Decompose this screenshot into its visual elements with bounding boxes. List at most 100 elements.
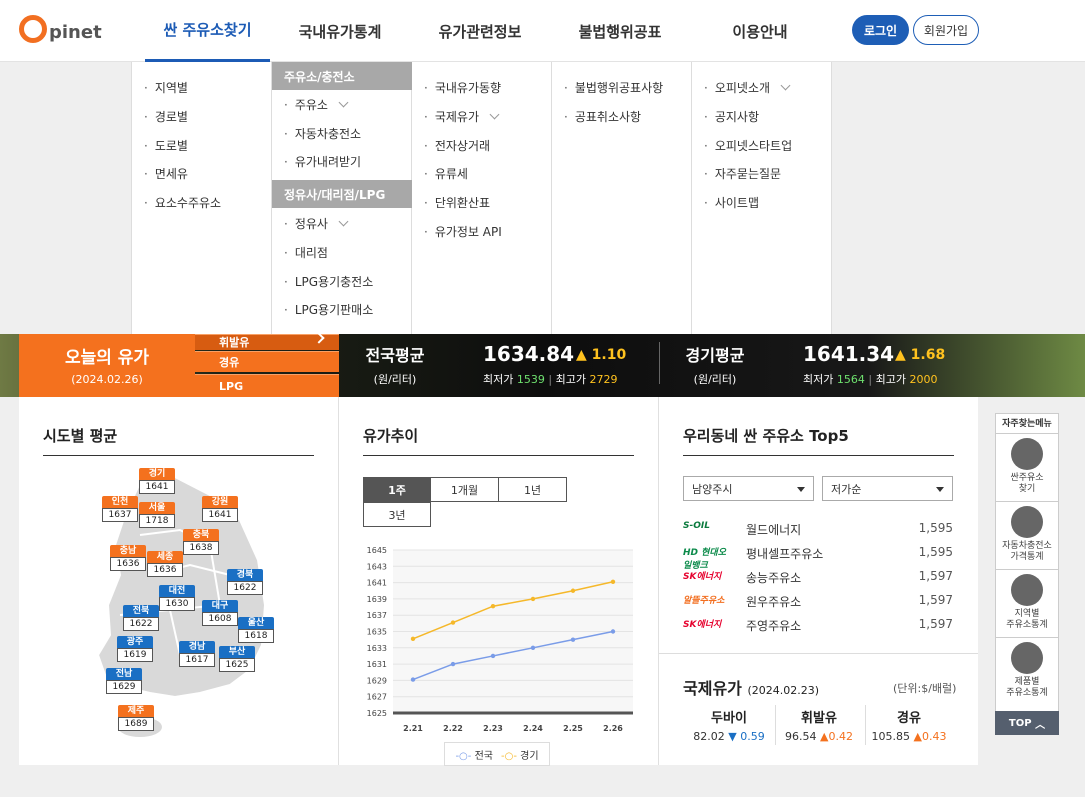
region-pin[interactable]: 세종 1636 bbox=[147, 551, 183, 577]
intl-name: 두바이 bbox=[711, 711, 747, 726]
menu-item-ecommerce[interactable]: 전자상거래 bbox=[424, 137, 490, 154]
data-point[interactable] bbox=[530, 645, 536, 650]
region-pin[interactable]: 부산 1625 bbox=[219, 646, 255, 672]
chevron-down-icon bbox=[338, 216, 349, 227]
nav-illegal[interactable]: 불법행위공표 bbox=[565, 0, 675, 62]
region-pin[interactable]: 강원 1641 bbox=[202, 496, 238, 522]
menu-item-notice-cancel[interactable]: 공표취소사항 bbox=[564, 108, 641, 125]
tab-3year[interactable]: 3년 bbox=[363, 502, 431, 527]
menu-item-sitemap[interactable]: 사이트맵 bbox=[704, 194, 759, 211]
region-pin[interactable]: 충북 1638 bbox=[183, 529, 219, 555]
menu-item-about[interactable]: 오피넷소개 bbox=[704, 79, 791, 96]
region-name: 충북 bbox=[183, 529, 219, 541]
data-point[interactable] bbox=[450, 620, 456, 625]
menu-item-fuel-tax[interactable]: 유류세 bbox=[424, 165, 468, 182]
menu-item-taxfree[interactable]: 면세유 bbox=[144, 165, 188, 182]
region-pin[interactable]: 충남 1636 bbox=[110, 545, 146, 571]
data-point[interactable] bbox=[530, 596, 536, 602]
station-row[interactable]: 알뜰주유소 원우주유소 1,597 bbox=[683, 591, 953, 611]
legend-item-gyeonggi: -○- 경기 bbox=[501, 750, 539, 762]
menu-item-startup[interactable]: 오피넷스타트업 bbox=[704, 137, 792, 154]
tab-1year[interactable]: 1년 bbox=[498, 477, 567, 502]
region-pin[interactable]: 대전 1630 bbox=[159, 585, 195, 611]
data-point[interactable] bbox=[410, 677, 416, 682]
data-point[interactable] bbox=[610, 629, 616, 634]
intl-gasoline: 휘발유 96.54 ▲0.42 bbox=[779, 707, 859, 743]
menu-item-intl-price[interactable]: 국제유가 bbox=[424, 108, 500, 125]
menu-item-unit-convert[interactable]: 단위환산표 bbox=[424, 194, 490, 211]
quick-ev-stats[interactable]: 자동차충전소 가격통계 bbox=[996, 502, 1058, 570]
menu-item-refiner[interactable]: 정유사 bbox=[284, 215, 349, 232]
region-pin[interactable]: 제주 1689 bbox=[118, 705, 154, 731]
menu-item-lpg-charge[interactable]: LPG용기충전소 bbox=[284, 273, 373, 290]
region-pin[interactable]: 대구 1608 bbox=[202, 600, 238, 626]
join-button[interactable]: 회원가입 bbox=[913, 15, 979, 45]
region-pin[interactable]: 울산 1618 bbox=[238, 617, 274, 643]
menu-item-notice[interactable]: 공지사항 bbox=[704, 108, 759, 125]
menu-item-price-download[interactable]: 유가내려받기 bbox=[284, 153, 361, 170]
intl-values: 96.54 ▲0.42 bbox=[779, 730, 859, 743]
station-row[interactable]: SK에너지 주영주유소 1,597 bbox=[683, 615, 953, 635]
region-pin[interactable]: 전남 1629 bbox=[106, 668, 142, 694]
region-name: 울산 bbox=[238, 617, 274, 629]
intl-change: ▲0.42 bbox=[820, 730, 853, 743]
quick-product-stats[interactable]: 제품별 주유소통계 bbox=[996, 638, 1058, 706]
tab-1month[interactable]: 1개월 bbox=[430, 477, 499, 502]
region-value: 1630 bbox=[159, 597, 195, 611]
nav-domestic-stats[interactable]: 국내유가통계 bbox=[285, 0, 395, 62]
region-pin[interactable]: 전북 1622 bbox=[123, 605, 159, 631]
gyeonggi-unit: (원/리터) bbox=[693, 373, 737, 386]
quick-region-stats[interactable]: 지역별 주유소통계 bbox=[996, 570, 1058, 638]
station-row[interactable]: SK에너지 송능주유소 1,597 bbox=[683, 567, 953, 587]
map-pin-icon bbox=[1011, 438, 1043, 470]
brand-logo-icon: SK에너지 bbox=[683, 620, 722, 630]
top-button[interactable]: TOP ︿ bbox=[995, 711, 1059, 735]
data-point[interactable] bbox=[450, 661, 456, 667]
menu-item-api[interactable]: 유가정보 API bbox=[424, 223, 502, 240]
fuel-tab-diesel[interactable]: 경유 bbox=[195, 351, 339, 372]
region-value: 1718 bbox=[139, 514, 175, 528]
data-point[interactable] bbox=[570, 588, 576, 593]
menu-item-region[interactable]: 지역별 bbox=[144, 79, 188, 96]
opinet-logo[interactable]: pinet bbox=[19, 11, 102, 47]
nav-guide[interactable]: 이용안내 bbox=[705, 0, 815, 62]
menu-item-urea[interactable]: 요소수주유소 bbox=[144, 194, 221, 211]
sort-select[interactable]: 저가순 bbox=[822, 476, 953, 501]
region-pin[interactable]: 경북 1622 bbox=[227, 569, 263, 595]
station-row[interactable]: S-OIL 월드에너지 1,595 bbox=[683, 519, 953, 539]
menu-item-lpg-sale[interactable]: LPG용기판매소 bbox=[284, 301, 373, 318]
menu-item-ev-station[interactable]: 자동차충전소 bbox=[284, 125, 361, 142]
logo-o-icon bbox=[19, 15, 47, 43]
menu-item-domestic-trend[interactable]: 국내유가동향 bbox=[424, 79, 501, 96]
quick-cheap-station[interactable]: 싼주유소 찾기 bbox=[996, 434, 1058, 502]
menu-item-label: 국제유가 bbox=[434, 110, 479, 124]
region-pin[interactable]: 서울 1718 bbox=[139, 502, 175, 528]
menu-item-agency[interactable]: 대리점 bbox=[284, 244, 328, 261]
region-pin[interactable]: 광주 1619 bbox=[117, 636, 153, 662]
chevron-down-icon bbox=[780, 80, 791, 91]
nav-cheap-station[interactable]: 싼 주유소찾기 bbox=[145, 0, 270, 62]
y-tick-label: 1643 bbox=[367, 562, 387, 571]
region-pin[interactable]: 인천 1637 bbox=[102, 496, 138, 522]
data-point[interactable] bbox=[610, 579, 616, 584]
fuel-tab-lpg[interactable]: LPG bbox=[195, 374, 339, 397]
region-name: 강원 bbox=[202, 496, 238, 508]
region-select[interactable]: 남양주시 bbox=[683, 476, 814, 501]
menu-item-faq[interactable]: 자주묻는질문 bbox=[704, 165, 781, 182]
menu-item-illegal-notice[interactable]: 불법행위공표사항 bbox=[564, 79, 663, 96]
menu-item-gas-station[interactable]: 주유소 bbox=[284, 96, 349, 113]
data-point[interactable] bbox=[490, 653, 496, 659]
menu-item-route[interactable]: 경로별 bbox=[144, 108, 188, 125]
region-pin[interactable]: 경남 1617 bbox=[179, 641, 215, 667]
region-value: 1619 bbox=[117, 648, 153, 662]
station-row[interactable]: HD 현대오일뱅크 평내셀프주유소 1,595 bbox=[683, 543, 953, 571]
data-point[interactable] bbox=[410, 636, 416, 642]
menu-item-road[interactable]: 도로별 bbox=[144, 137, 188, 154]
region-pin[interactable]: 경기 1641 bbox=[139, 468, 175, 494]
nav-price-info[interactable]: 유가관련정보 bbox=[425, 0, 535, 62]
region-value: 1689 bbox=[118, 717, 154, 731]
data-point[interactable] bbox=[490, 604, 496, 609]
tab-1week[interactable]: 1주 bbox=[363, 477, 431, 502]
login-button[interactable]: 로그인 bbox=[852, 15, 909, 45]
data-point[interactable] bbox=[570, 637, 576, 642]
